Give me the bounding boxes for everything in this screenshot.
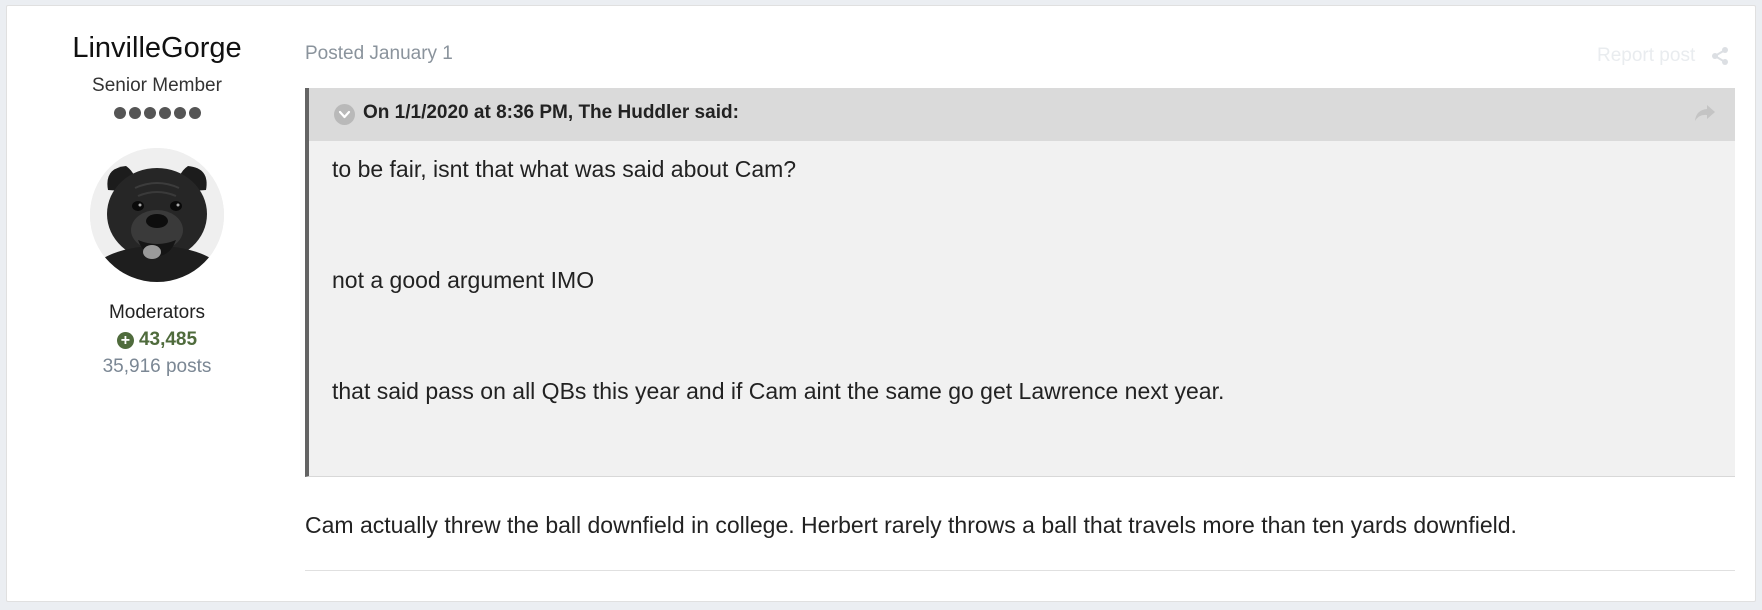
rank-pip <box>173 107 186 119</box>
quote-paragraph: to be fair, isnt that what was said abou… <box>332 156 797 182</box>
post-count: 35,916 posts <box>102 356 212 377</box>
quote-block: On 1/1/2020 at 8:36 PM, The Huddler said… <box>305 88 1735 477</box>
posted-date[interactable]: Posted January 1 <box>305 43 453 65</box>
report-post-link[interactable]: Report post <box>1597 45 1695 67</box>
share-icon[interactable] <box>1710 46 1730 66</box>
rank-pips <box>7 107 307 119</box>
quote-header: On 1/1/2020 at 8:36 PM, The Huddler said… <box>309 88 1735 141</box>
quote-citation: On 1/1/2020 at 8:36 PM, The Huddler said… <box>363 102 739 123</box>
avatar-dog-image <box>90 148 224 282</box>
rank-pip <box>158 107 171 119</box>
quote-paragraph: not a good argument IMO <box>332 267 595 293</box>
author-title: Senior Member <box>92 75 222 96</box>
author-name[interactable]: LinvilleGorge <box>7 30 307 66</box>
reply-arrow-icon[interactable] <box>1693 102 1717 124</box>
author-group: Moderators <box>108 302 206 323</box>
reputation-value: 43,485 <box>138 329 198 350</box>
chevron-down-icon[interactable] <box>334 104 355 125</box>
reputation-badge: + 43,485 <box>7 329 307 351</box>
post-divider <box>305 570 1735 571</box>
rank-pip <box>128 107 141 119</box>
post-body: Cam actually threw the ball downfield in… <box>305 512 1517 538</box>
quote-paragraph: that said pass on all QBs this year and … <box>332 378 1225 404</box>
forum-post: LinvilleGorge Senior Member Moderators +… <box>6 5 1756 602</box>
plus-circle-icon: + <box>116 331 134 349</box>
avatar[interactable] <box>90 148 224 282</box>
rank-pip <box>188 107 201 119</box>
rank-pip <box>143 107 156 119</box>
rank-pip <box>113 107 126 119</box>
